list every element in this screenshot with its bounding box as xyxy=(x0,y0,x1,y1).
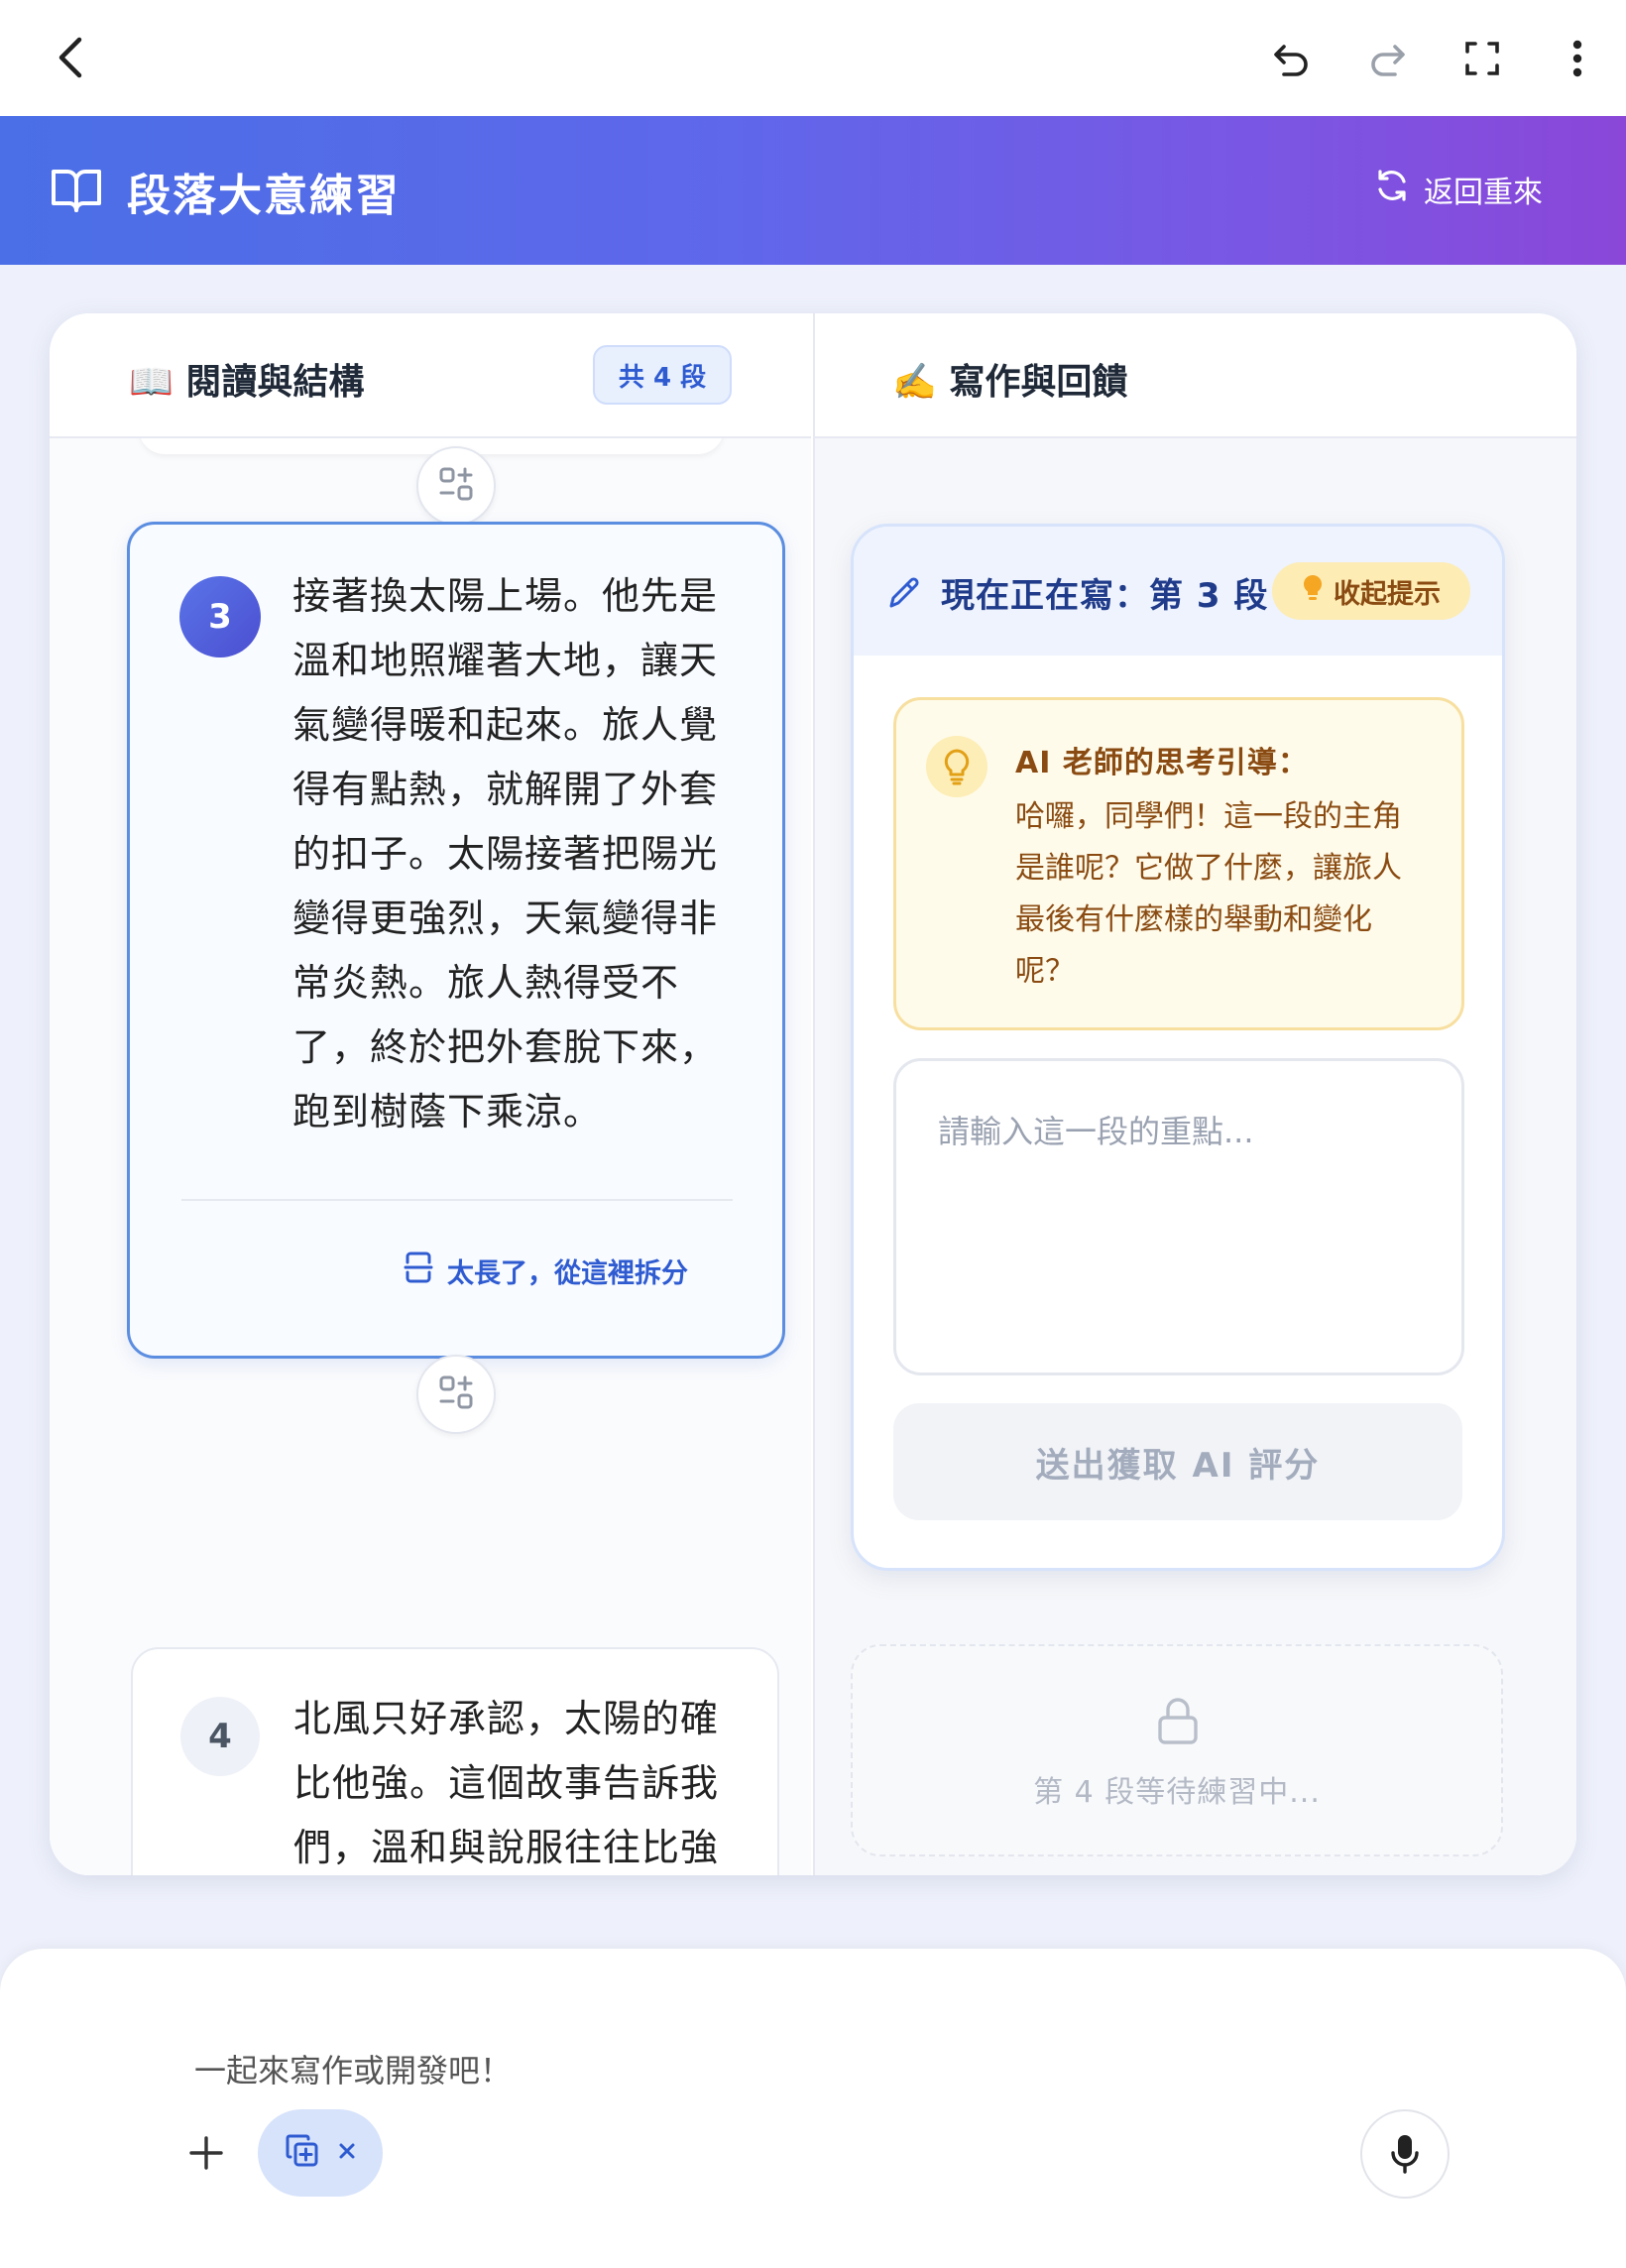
paragraph-number: 4 xyxy=(180,1697,260,1776)
locked-paragraph-panel: 第 4 段等待練習中... xyxy=(851,1644,1503,1856)
paragraph-card[interactable]: 4 北風只好承認，太陽的確 比他強。這個故事告訴我 們，溫和與說服往往比強 xyxy=(131,1647,779,1875)
collapse-hint-button[interactable]: 收起提示 xyxy=(1272,562,1470,620)
add-copy-icon xyxy=(285,2133,320,2173)
merge-paragraphs-button[interactable] xyxy=(416,446,496,526)
reading-title: 📖 閱讀與結構 xyxy=(129,362,365,403)
collapse-hint-label: 收起提示 xyxy=(1334,578,1441,610)
app-toolbar xyxy=(0,0,1626,116)
locked-label: 第 4 段等待練習中... xyxy=(1033,1775,1321,1810)
lightbulb-icon xyxy=(1302,573,1324,610)
ai-hint-box: AI 老師的思考引導： 哈囉，同學們！這一段的主角 是誰呢？它做了什麼，讓旅人 … xyxy=(893,697,1464,1030)
submit-button[interactable]: 送出獲取 AI 評分 xyxy=(893,1403,1462,1520)
chevron-left-icon[interactable] xyxy=(46,30,95,85)
lock-icon xyxy=(1156,1696,1200,1749)
chat-composer: 一起來寫作或開發吧！ xyxy=(0,1949,1626,2268)
open-book-icon xyxy=(50,166,103,219)
paragraph-text: 接著換太陽上場。他先是 溫和地照耀著大地，讓天 氣變得暖和起來。旅人覺 得有點熱… xyxy=(292,574,719,1134)
paragraph-card[interactable]: 3 接著換太陽上場。他先是 溫和地照耀著大地，讓天 氣變得暖和起來。旅人覺 得有… xyxy=(127,522,785,1359)
fullscreen-icon[interactable] xyxy=(1457,34,1507,83)
microphone-icon[interactable] xyxy=(1360,2109,1450,2199)
writing-title: ✍️ 寫作與回饋 xyxy=(892,362,1128,403)
reading-column: 3 接著換太陽上場。他先是 溫和地照耀著大地，讓天 氣變得暖和起來。旅人覺 得有… xyxy=(50,313,811,1875)
hint-text: 哈囉，同學們！這一段的主角 是誰呢？它做了什麼，讓旅人 最後有什麼樣的舉動和變化… xyxy=(1015,799,1402,989)
restart-button[interactable]: 返回重來 xyxy=(1374,168,1543,211)
writing-column-header: ✍️ 寫作與回饋 xyxy=(815,313,1576,438)
lightbulb-icon xyxy=(926,736,987,797)
more-vertical-icon[interactable] xyxy=(1553,34,1602,83)
merge-paragraphs-button[interactable] xyxy=(416,1355,496,1434)
answer-placeholder: 請輸入這一段的重點... xyxy=(938,1113,1254,1150)
reading-column-header: 📖 閱讀與結構 共 4 段 xyxy=(50,313,811,438)
undo-icon[interactable] xyxy=(1267,34,1317,83)
divider xyxy=(181,1199,733,1201)
pencil-icon xyxy=(885,574,923,616)
app-header: 段落大意練習 返回重來 xyxy=(0,116,1626,265)
practice-card: 3 接著換太陽上場。他先是 溫和地照耀著大地，讓天 氣變得暖和起來。旅人覺 得有… xyxy=(50,313,1576,1875)
answer-textarea[interactable]: 請輸入這一段的重點... xyxy=(893,1058,1464,1375)
close-icon[interactable] xyxy=(338,2142,356,2164)
paragraph-number: 3 xyxy=(179,576,261,657)
split-paragraph-button[interactable]: 太長了，從這裡拆分 xyxy=(404,1251,688,1291)
link-icon xyxy=(437,465,475,507)
composer-input[interactable]: 一起來寫作或開發吧！ xyxy=(194,2046,512,2091)
plus-icon[interactable] xyxy=(184,2131,228,2175)
restart-label: 返回重來 xyxy=(1424,176,1543,210)
paragraph-count-badge: 共 4 段 xyxy=(593,345,732,405)
attachment-chip[interactable] xyxy=(258,2109,383,2197)
link-icon xyxy=(437,1373,475,1415)
writing-panel-header: 現在正在寫：第 3 段 收起提示 xyxy=(854,527,1502,656)
writing-column: ✍️ 寫作與回饋 現在正在寫：第 3 段 收起提示 AI 老師的思考引導： 哈囉… xyxy=(813,313,1576,1875)
page-title: 段落大意練習 xyxy=(127,171,401,221)
split-icon xyxy=(404,1251,433,1291)
hint-title: AI 老師的思考引導： xyxy=(1015,746,1309,780)
writing-panel: 現在正在寫：第 3 段 收起提示 AI 老師的思考引導： 哈囉，同學們！這一段的… xyxy=(851,524,1505,1571)
refresh-icon xyxy=(1374,168,1410,211)
redo-icon[interactable] xyxy=(1362,34,1412,83)
split-label: 太長了，從這裡拆分 xyxy=(447,1258,688,1289)
paragraph-text: 北風只好承認，太陽的確 比他強。這個故事告訴我 們，溫和與說服往往比強 xyxy=(293,1697,720,1869)
current-paragraph-label: 現在正在寫：第 3 段 xyxy=(941,576,1269,616)
